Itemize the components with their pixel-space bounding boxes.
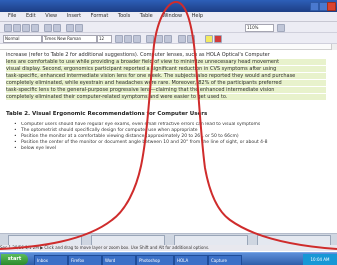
menu-bar: File Edit View Insert Format Tools Table…	[0, 12, 337, 22]
paragraph-line: visual display. Second, ergonomics parti…	[6, 66, 326, 73]
numbering-icon[interactable]	[187, 35, 195, 43]
start-button[interactable]: start	[1, 254, 28, 265]
minimize-icon[interactable]	[310, 2, 319, 11]
paragraph-line: task-specific lens to the general-purpos…	[6, 87, 326, 94]
system-tray-clock[interactable]: 10:04 AM	[303, 254, 337, 265]
paragraph-line: increase (refer to Table 2 for additiona…	[6, 52, 270, 58]
menu-view[interactable]: View	[45, 13, 57, 19]
bullets-icon[interactable]	[178, 35, 186, 43]
taskbar-item[interactable]: Word	[102, 255, 136, 265]
save-icon[interactable]	[22, 24, 30, 32]
taskbar-item[interactable]: Capture	[208, 255, 242, 265]
undo-icon[interactable]	[44, 24, 52, 32]
align-center-icon[interactable]	[155, 35, 163, 43]
align-right-icon[interactable]	[164, 35, 172, 43]
underline-icon[interactable]	[133, 35, 141, 43]
style-select[interactable]: Normal	[3, 35, 42, 43]
zoom-select[interactable]: 110%	[245, 24, 274, 32]
list-item: below eye level	[14, 146, 326, 152]
menu-file[interactable]: File	[8, 13, 16, 19]
taskbar: start Inbox Firefox Word Photoshop HOLA …	[0, 252, 337, 265]
font-size-select[interactable]: 12	[97, 35, 112, 43]
paragraph-line: lens are comfortable to use while provid…	[6, 59, 326, 66]
open-icon[interactable]	[13, 24, 21, 32]
columns-icon[interactable]	[75, 24, 83, 32]
bold-icon[interactable]	[115, 35, 123, 43]
menu-insert[interactable]: Insert	[67, 13, 81, 19]
menu-help[interactable]: Help	[192, 13, 203, 19]
menu-tools[interactable]: Tools	[118, 13, 130, 19]
table-icon[interactable]	[66, 24, 74, 32]
paragraph-line: task-specific, enhanced intermediate vis…	[6, 73, 326, 80]
taskbar-item[interactable]: HOLA	[174, 255, 208, 265]
taskbar-item[interactable]: Inbox	[34, 255, 68, 265]
align-left-icon[interactable]	[146, 35, 154, 43]
font-select[interactable]: Times New Roman	[42, 35, 97, 43]
menu-window[interactable]: Window	[162, 13, 182, 19]
print-icon[interactable]	[31, 24, 39, 32]
document-page[interactable]: increase (refer to Table 2 for additiona…	[0, 50, 337, 237]
close-icon[interactable]	[327, 2, 336, 11]
table-heading: Table 2. Visual Ergonomic Recommendation…	[6, 111, 208, 117]
new-icon[interactable]	[4, 24, 12, 32]
recommendation-list: Computer users should have regular eye e…	[14, 122, 326, 152]
help-icon[interactable]	[277, 24, 285, 32]
menu-format[interactable]: Format	[91, 13, 109, 19]
application-window: File Edit View Insert Format Tools Table…	[0, 0, 337, 265]
menu-table[interactable]: Table	[140, 13, 153, 19]
paragraph-line: completely eliminated their computer-rel…	[6, 94, 326, 101]
taskbar-item[interactable]: Photoshop	[136, 255, 174, 265]
standard-toolbar: 110%	[0, 22, 337, 33]
redo-icon[interactable]	[53, 24, 61, 32]
paragraph-line: completely eliminated, while eyestrain a…	[6, 80, 326, 87]
italic-icon[interactable]	[124, 35, 132, 43]
status-bar: Sec 1 20/56 1/1 2M ▶ Click and drag to m…	[0, 245, 337, 251]
taskbar-item[interactable]: Firefox	[68, 255, 102, 265]
menu-edit[interactable]: Edit	[26, 13, 36, 19]
highlight-icon[interactable]	[205, 35, 213, 43]
formatting-toolbar: Normal Times New Roman 12	[0, 33, 337, 44]
font-color-icon[interactable]	[214, 35, 222, 43]
